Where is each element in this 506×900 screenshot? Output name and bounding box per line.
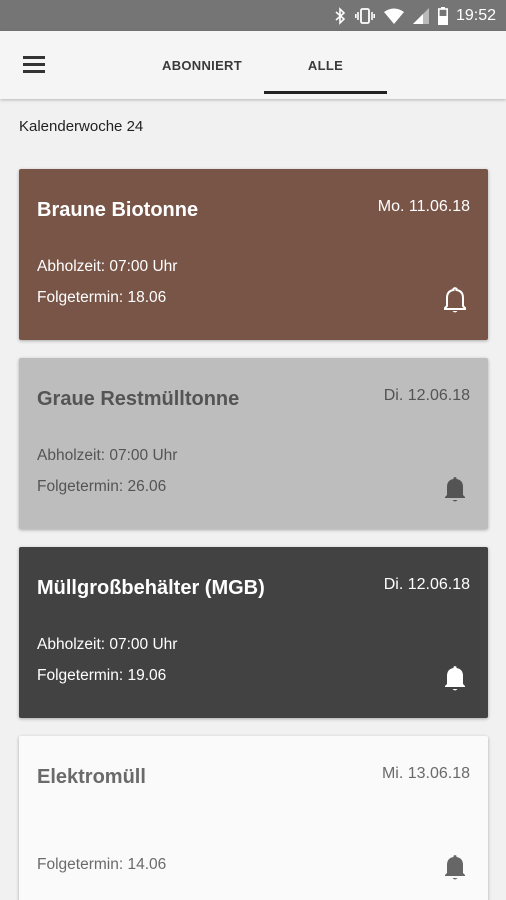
- card-date: Mo. 11.06.18: [377, 198, 470, 215]
- card-next-date: Folgetermin: 26.06: [37, 478, 167, 495]
- collection-card-braune-biotonne[interactable]: Braune Biotonne Mo. 11.06.18 Abholzeit: …: [19, 169, 488, 340]
- card-pickup-time: Abholzeit: 07:00 Uhr: [37, 447, 178, 464]
- card-date: Di. 12.06.18: [383, 576, 470, 593]
- app-bar: ABONNIERT ALLE: [0, 31, 506, 99]
- card-date: Di. 12.06.18: [383, 387, 470, 404]
- week-header: Kalenderwoche 24: [19, 118, 144, 135]
- bell-filled-icon[interactable]: [443, 664, 467, 692]
- hamburger-menu-icon[interactable]: [20, 51, 48, 79]
- wifi-icon: [383, 8, 404, 24]
- card-title: Graue Restmülltonne: [37, 388, 240, 410]
- card-title: Braune Biotonne: [37, 199, 199, 221]
- vibrate-icon: [354, 7, 375, 25]
- collection-card-elektromuell[interactable]: Elektromüll Mi. 13.06.18 Folgetermin: 14…: [19, 736, 488, 900]
- card-next-date: Folgetermin: 14.06: [37, 856, 167, 873]
- card-pickup-time: Abholzeit: 07:00 Uhr: [37, 636, 178, 653]
- card-next-date: Folgetermin: 19.06: [37, 667, 167, 684]
- status-icons: [334, 6, 448, 25]
- signal-icon: [412, 7, 429, 24]
- bell-filled-icon[interactable]: [443, 853, 467, 881]
- tab-abonniert[interactable]: ABONNIERT: [140, 31, 264, 99]
- bluetooth-icon: [334, 6, 346, 25]
- card-pickup-time: Abholzeit: 07:00 Uhr: [37, 258, 178, 275]
- battery-icon: [437, 6, 448, 25]
- tab-selected-indicator: [264, 91, 387, 94]
- bell-outline-icon[interactable]: [443, 286, 467, 314]
- card-title: Müllgroßbehälter (MGB): [37, 577, 265, 599]
- bell-filled-icon[interactable]: [443, 475, 467, 503]
- collection-card-muellgrossbehaelter[interactable]: Müllgroßbehälter (MGB) Di. 12.06.18 Abho…: [19, 547, 488, 718]
- card-next-date: Folgetermin: 18.06: [37, 289, 167, 306]
- tab-alle[interactable]: ALLE: [264, 31, 387, 99]
- card-title: Elektromüll: [37, 766, 146, 788]
- collection-card-graue-restmuelltonne[interactable]: Graue Restmülltonne Di. 12.06.18 Abholze…: [19, 358, 488, 529]
- status-bar: 19:52: [0, 0, 506, 31]
- card-date: Mi. 13.06.18: [381, 765, 470, 782]
- status-time: 19:52: [455, 6, 496, 24]
